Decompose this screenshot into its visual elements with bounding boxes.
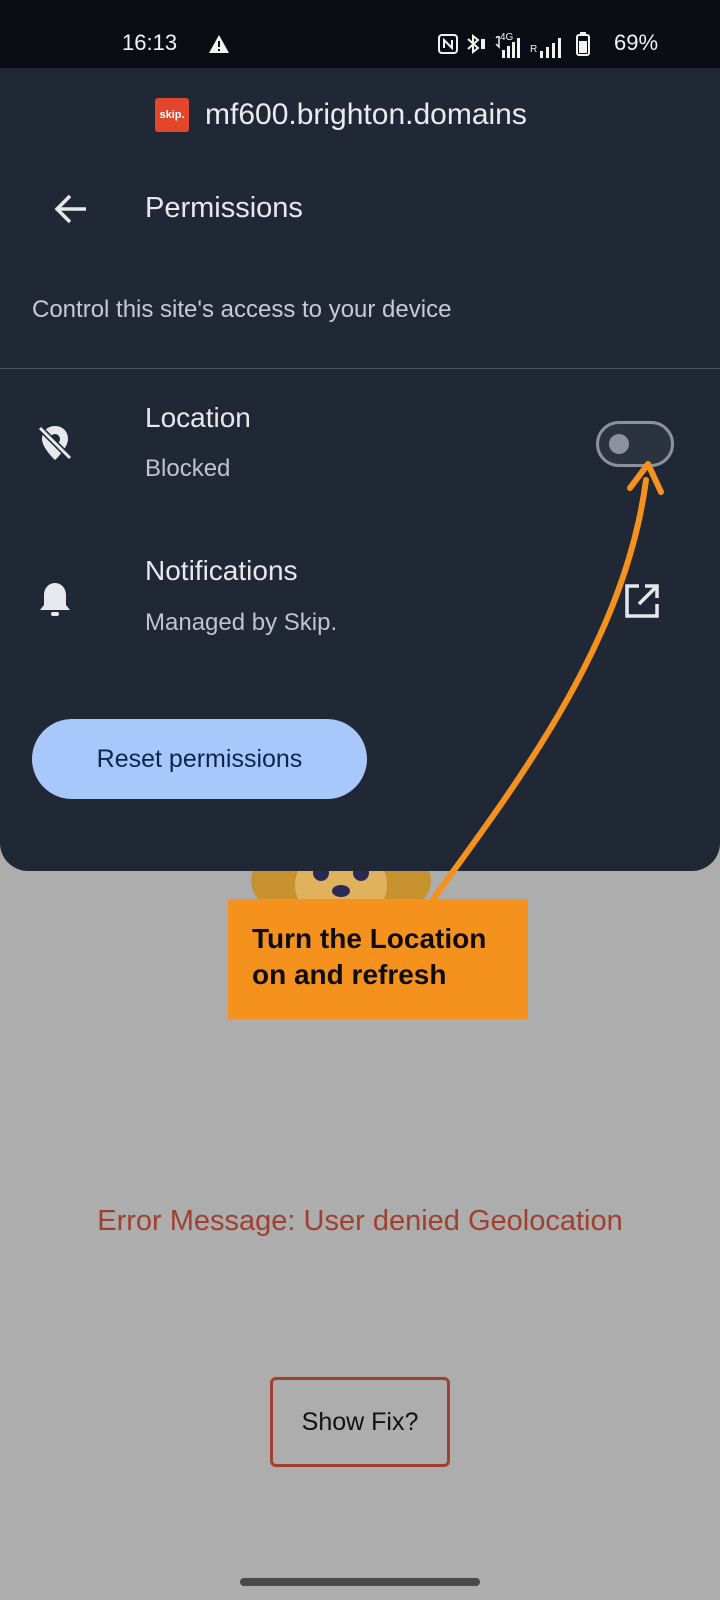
show-fix-button[interactable]: Show Fix? bbox=[270, 1377, 450, 1467]
permission-status: Managed by Skip. bbox=[145, 609, 338, 636]
toggle-knob bbox=[609, 434, 629, 454]
signal-roaming-icon: R bbox=[530, 36, 570, 58]
reset-permissions-button[interactable]: Reset permissions bbox=[32, 719, 367, 799]
bluetooth-vibrate-icon bbox=[464, 33, 488, 60]
status-icons: 4G R bbox=[438, 32, 590, 61]
nfc-icon bbox=[438, 34, 458, 59]
page-title: Permissions bbox=[145, 192, 303, 224]
page-description: Control this site's access to your devic… bbox=[32, 296, 452, 323]
battery-percent: 69% bbox=[614, 30, 659, 55]
divider bbox=[0, 368, 720, 369]
location-toggle[interactable] bbox=[596, 421, 674, 467]
status-bar: 16:13 4G R 69% bbox=[0, 0, 720, 68]
permission-label: Location bbox=[145, 402, 251, 433]
bell-icon bbox=[32, 577, 78, 628]
warning-icon bbox=[208, 34, 230, 59]
permissions-sheet: skip. mf600.brighton.domains Permissions… bbox=[0, 68, 720, 871]
signal-4g-icon: 4G bbox=[494, 32, 524, 58]
open-external-icon[interactable] bbox=[622, 581, 662, 626]
location-off-icon bbox=[32, 420, 78, 471]
site-name: mf600.brighton.domains bbox=[205, 98, 527, 131]
back-arrow-icon[interactable] bbox=[52, 191, 92, 232]
status-time: 16:13 bbox=[122, 30, 178, 55]
battery-icon bbox=[576, 32, 590, 61]
error-message: Error Message: User denied Geolocation bbox=[97, 1205, 623, 1237]
permission-label: Notifications bbox=[145, 555, 298, 586]
site-header: skip. mf600.brighton.domains bbox=[155, 98, 527, 132]
callout-line-1: Turn the Location bbox=[252, 923, 487, 954]
site-favicon: skip. bbox=[155, 98, 189, 132]
callout-line-2: on and refresh bbox=[252, 959, 447, 990]
home-indicator[interactable] bbox=[240, 1578, 480, 1586]
annotation-callout: Turn the Location on and refresh bbox=[228, 899, 528, 1019]
permission-status: Blocked bbox=[145, 455, 231, 482]
